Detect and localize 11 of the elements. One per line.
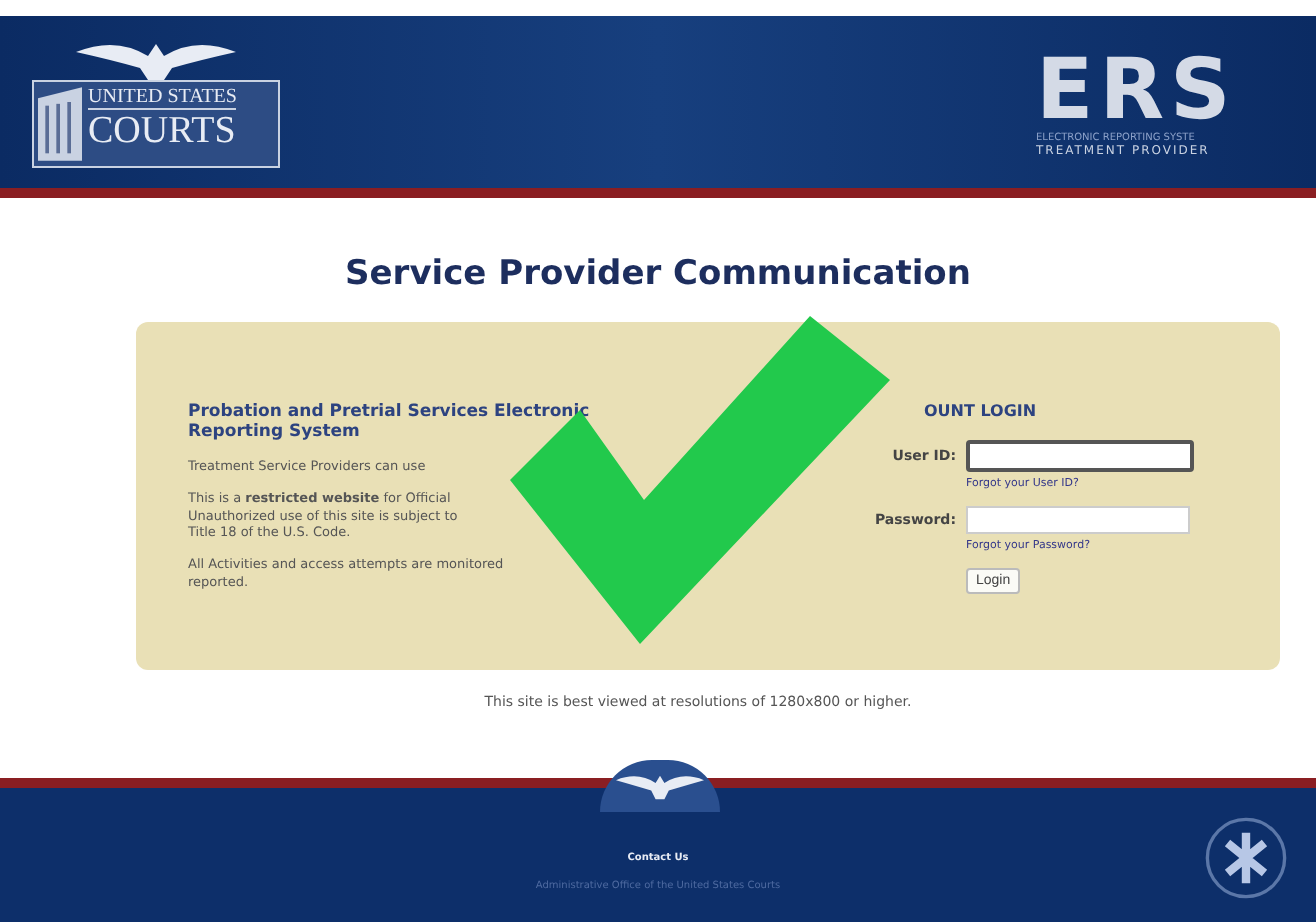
system-heading: Probation and Pretrial Services Electronic Reporting System	[188, 402, 592, 442]
logo-text: UNITED STATES	[88, 86, 237, 110]
ers-logo: ERS	[1036, 47, 1237, 131]
eagle-emblem	[600, 760, 720, 812]
page-title: Service Provider Communication	[345, 254, 971, 294]
logo-text: COURTS	[88, 110, 237, 154]
courthouse-icon	[38, 86, 82, 162]
login-heading: OUNT LOGIN	[924, 402, 1037, 420]
password-field[interactable]	[966, 506, 1190, 534]
user-id-field[interactable]	[966, 440, 1194, 472]
seal-icon	[1204, 816, 1288, 900]
